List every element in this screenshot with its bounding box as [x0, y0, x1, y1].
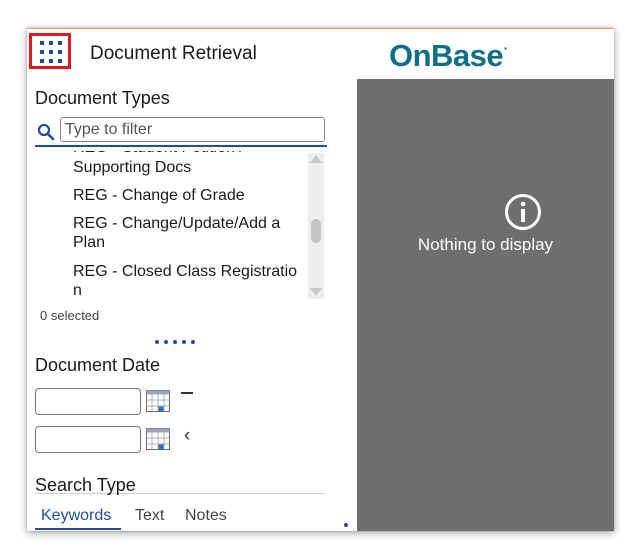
list-item[interactable]: REG - Change/Update/Add a Plan — [73, 214, 305, 252]
calendar-icon[interactable] — [146, 390, 170, 412]
onbase-logo: OnBase• — [389, 38, 507, 74]
document-types-heading: Document Types — [35, 88, 170, 108]
active-tab-indicator — [35, 528, 121, 530]
calendar-icon[interactable] — [146, 428, 170, 450]
search-icon — [37, 123, 55, 141]
filter-input[interactable] — [60, 117, 325, 142]
app-menu-button[interactable] — [29, 33, 71, 69]
list-item[interactable]: REG - Closed Class Registration — [73, 262, 305, 300]
document-viewer: Nothing to display — [357, 79, 614, 531]
search-type-heading: Search Type — [35, 475, 136, 495]
list-item[interactable]: Supporting Docs — [73, 158, 305, 177]
page-title: Document Retrieval — [90, 43, 257, 64]
list-item[interactable]: REG - Student Petition / — [73, 151, 305, 157]
filter-bar — [35, 117, 327, 147]
scroll-up-arrow-icon[interactable] — [310, 155, 322, 163]
document-date-heading: Document Date — [35, 355, 161, 375]
resize-dot — [344, 523, 348, 527]
tab-notes[interactable]: Notes — [185, 507, 227, 525]
panel-splitter-handle[interactable] — [155, 340, 207, 348]
logo-mark: • — [504, 44, 507, 53]
list-scrollbar[interactable] — [308, 153, 324, 299]
search-panel: Document Types REG - Student Petition / … — [27, 79, 357, 531]
chevron-left-icon[interactable]: ‹ — [184, 425, 190, 447]
range-dash-icon — [181, 392, 193, 394]
selected-count: 0 selected — [40, 308, 100, 323]
app-window: Document Retrieval OnBase• Document Type… — [27, 28, 614, 531]
info-icon — [505, 194, 541, 230]
logo-text: OnBase — [389, 38, 504, 73]
app-grid-icon — [40, 41, 62, 63]
header: Document Retrieval OnBase• — [27, 29, 614, 79]
date-to-input[interactable] — [35, 426, 141, 453]
date-from-input[interactable] — [35, 388, 141, 415]
tab-keywords[interactable]: Keywords — [41, 507, 111, 525]
list-item[interactable]: REG - Change of Grade — [73, 186, 305, 205]
document-type-list: REG - Student Petition / Supporting Docs… — [67, 151, 311, 301]
tab-text[interactable]: Text — [135, 507, 164, 525]
scroll-thumb[interactable] — [311, 219, 321, 243]
empty-viewer-message: Nothing to display — [417, 235, 554, 254]
scroll-down-arrow-icon[interactable] — [310, 288, 322, 296]
